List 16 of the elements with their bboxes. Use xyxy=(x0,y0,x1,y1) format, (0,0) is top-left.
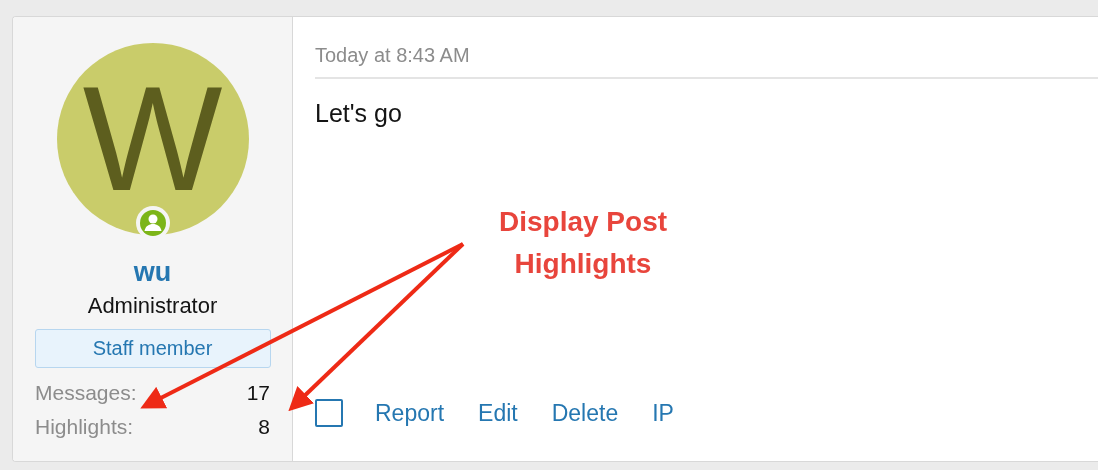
stat-value: 8 xyxy=(258,414,270,440)
annotation-text: Display Post Highlights xyxy=(497,205,669,281)
stat-label: Messages: xyxy=(35,380,137,406)
action-link[interactable]: Delete xyxy=(551,399,619,427)
post-text: Let's go xyxy=(315,99,403,128)
stat-value: 17 xyxy=(246,380,270,406)
action-link[interactable]: IP xyxy=(652,399,674,427)
action-link[interactable]: Report xyxy=(375,399,445,427)
stat-label: Highlights: xyxy=(35,414,134,440)
avatar[interactable]: W xyxy=(56,43,249,235)
staff-badge: Staff member xyxy=(34,329,271,368)
action-link[interactable]: Edit xyxy=(478,399,518,427)
user-title: Administrator xyxy=(87,293,218,319)
select-checkbox[interactable] xyxy=(315,399,343,427)
post-date[interactable]: Today at 8:43 AM xyxy=(315,41,1098,79)
username[interactable]: wu xyxy=(133,257,172,287)
